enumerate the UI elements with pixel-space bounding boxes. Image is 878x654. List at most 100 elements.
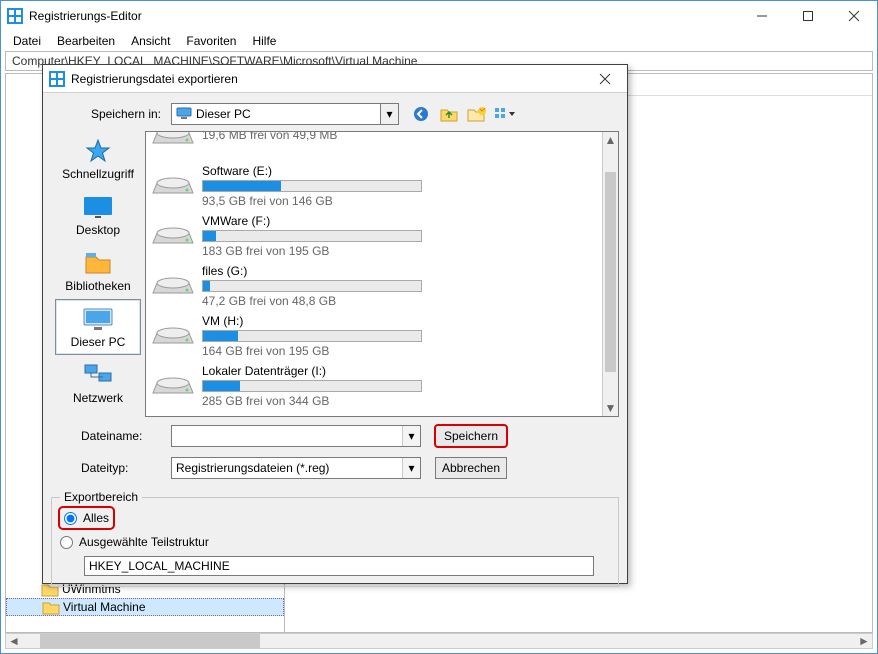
menu-view[interactable]: Ansicht	[125, 32, 176, 50]
radio-selected[interactable]: Ausgewählte Teilstruktur	[60, 532, 610, 552]
drive-name: VMWare (F:)	[202, 214, 422, 228]
filetype-label: Dateityp:	[51, 461, 171, 475]
main-titlebar: Registrierungs-Editor	[1, 1, 877, 31]
menubar: Datei Bearbeiten Ansicht Favoriten Hilfe	[1, 31, 877, 51]
back-icon[interactable]	[411, 104, 431, 124]
group-title: Exportbereich	[60, 490, 142, 504]
radio-all-label: Alles	[83, 511, 109, 525]
drive-row[interactable]: 19,6 MB frei von 49,9 MB	[146, 131, 618, 160]
star-icon	[82, 137, 114, 165]
drive-icon	[152, 164, 194, 206]
chevron-down-icon[interactable]: ▾	[402, 458, 420, 478]
drive-icon	[152, 131, 194, 156]
menu-file[interactable]: Datei	[7, 32, 47, 50]
horizontal-scrollbar[interactable]: ◄ ►	[5, 633, 873, 649]
places-sidebar: Schnellzugriff Desktop Bibliotheken Dies…	[51, 131, 145, 417]
dialog-close-button[interactable]	[583, 65, 627, 93]
filename-label: Dateiname:	[51, 429, 171, 443]
dialog-title: Registrierungsdatei exportieren	[71, 72, 238, 86]
scroll-thumb[interactable]	[40, 634, 260, 648]
sidebar-item-label: Netzwerk	[73, 391, 123, 405]
drive-free: 47,2 GB frei von 48,8 GB	[202, 294, 422, 308]
view-menu-icon[interactable]	[495, 104, 515, 124]
up-folder-icon[interactable]	[439, 104, 459, 124]
drive-free: 93,5 GB frei von 146 GB	[202, 194, 422, 208]
save-button-label: Speichern	[444, 429, 498, 443]
drive-free: 19,6 MB frei von 49,9 MB	[202, 131, 422, 142]
sidebar-item-label: Desktop	[76, 223, 120, 237]
radio-selected-label: Ausgewählte Teilstruktur	[79, 535, 209, 549]
menu-help[interactable]: Hilfe	[246, 32, 282, 50]
vertical-scrollbar[interactable]: ▲ ▼	[602, 132, 618, 416]
tree-item-virtual-machine[interactable]: Virtual Machine	[6, 598, 284, 616]
location-value: Dieser PC	[196, 107, 251, 121]
usage-bar	[202, 180, 422, 192]
maximize-button[interactable]	[785, 1, 831, 31]
network-icon	[82, 361, 114, 389]
filename-input[interactable]: ▾	[171, 425, 421, 447]
scroll-left-icon[interactable]: ◄	[6, 634, 22, 648]
drive-row[interactable]: VMWare (F:) 183 GB frei von 195 GB	[146, 210, 618, 260]
export-range-group: Exportbereich Alles Ausgewählte Teilstru…	[51, 497, 619, 587]
substructure-input[interactable]	[84, 556, 594, 576]
scroll-up-icon[interactable]: ▲	[603, 132, 618, 148]
radio-all-input[interactable]	[64, 512, 77, 525]
thispc-icon	[82, 305, 114, 333]
sidebar-item-label: Bibliotheken	[65, 279, 130, 293]
drive-free: 183 GB frei von 195 GB	[202, 244, 422, 258]
usage-bar	[202, 380, 422, 392]
sidebar-item-label: Dieser PC	[71, 335, 126, 349]
drive-free: 164 GB frei von 195 GB	[202, 344, 422, 358]
cancel-button-label: Abbrechen	[442, 461, 500, 475]
drive-icon	[152, 214, 194, 256]
regedit-icon	[49, 71, 65, 87]
drive-icon	[152, 264, 194, 306]
main-title: Registrierungs-Editor	[29, 9, 142, 23]
tree-item-label: Virtual Machine	[63, 600, 146, 614]
radio-selected-input[interactable]	[60, 536, 73, 549]
usage-bar	[202, 330, 422, 342]
file-list[interactable]: 19,6 MB frei von 49,9 MB Software (E:) 93,…	[145, 131, 619, 417]
sidebar-thispc[interactable]: Dieser PC	[55, 299, 141, 355]
desktop-icon	[82, 193, 114, 221]
menu-favorites[interactable]: Favoriten	[180, 32, 242, 50]
radio-all[interactable]: Alles	[60, 508, 113, 528]
sidebar-libraries[interactable]: Bibliotheken	[55, 243, 141, 299]
save-button[interactable]: Speichern	[435, 425, 507, 447]
drive-name: VM (H:)	[202, 314, 422, 328]
drive-row[interactable]: files (G:) 47,2 GB frei von 48,8 GB	[146, 260, 618, 310]
dialog-titlebar: Registrierungsdatei exportieren	[43, 65, 627, 93]
scroll-right-icon[interactable]: ►	[856, 634, 872, 648]
sidebar-quickaccess[interactable]: Schnellzugriff	[55, 131, 141, 187]
usage-bar	[202, 280, 422, 292]
sidebar-item-label: Schnellzugriff	[62, 167, 134, 181]
folder-icon	[43, 601, 59, 614]
drive-name: files (G:)	[202, 264, 422, 278]
minimize-button[interactable]	[739, 1, 785, 31]
menu-edit[interactable]: Bearbeiten	[51, 32, 121, 50]
cancel-button[interactable]: Abbrechen	[435, 457, 507, 479]
regedit-icon	[7, 8, 23, 24]
sidebar-desktop[interactable]: Desktop	[55, 187, 141, 243]
scroll-down-icon[interactable]: ▼	[603, 400, 618, 416]
drive-row[interactable]: VM (H:) 164 GB frei von 195 GB	[146, 310, 618, 360]
filetype-value: Registrierungsdateien (*.reg)	[176, 461, 329, 475]
drive-row[interactable]: Lokaler Datenträger (I:)285 GB frei von …	[146, 360, 618, 410]
location-combo[interactable]: Dieser PC ▾	[171, 103, 399, 125]
close-button[interactable]	[831, 1, 877, 31]
libraries-icon	[82, 249, 114, 277]
sidebar-network[interactable]: Netzwerk	[55, 355, 141, 411]
location-label: Speichern in:	[51, 107, 171, 121]
chevron-down-icon[interactable]: ▾	[402, 426, 420, 446]
thispc-icon	[176, 107, 192, 122]
chevron-down-icon[interactable]: ▾	[380, 104, 398, 124]
scroll-thumb[interactable]	[605, 172, 616, 372]
drive-free: 285 GB frei von 344 GB	[202, 394, 422, 408]
drive-name: Software (E:)	[202, 164, 422, 178]
filetype-combo[interactable]: Registrierungsdateien (*.reg) ▾	[171, 457, 421, 479]
new-folder-icon[interactable]	[467, 104, 487, 124]
drive-row[interactable]: Software (E:) 93,5 GB frei von 146 GB	[146, 160, 618, 210]
usage-bar	[202, 230, 422, 242]
drive-icon	[152, 314, 194, 356]
export-dialog: Registrierungsdatei exportieren Speicher…	[42, 64, 628, 584]
